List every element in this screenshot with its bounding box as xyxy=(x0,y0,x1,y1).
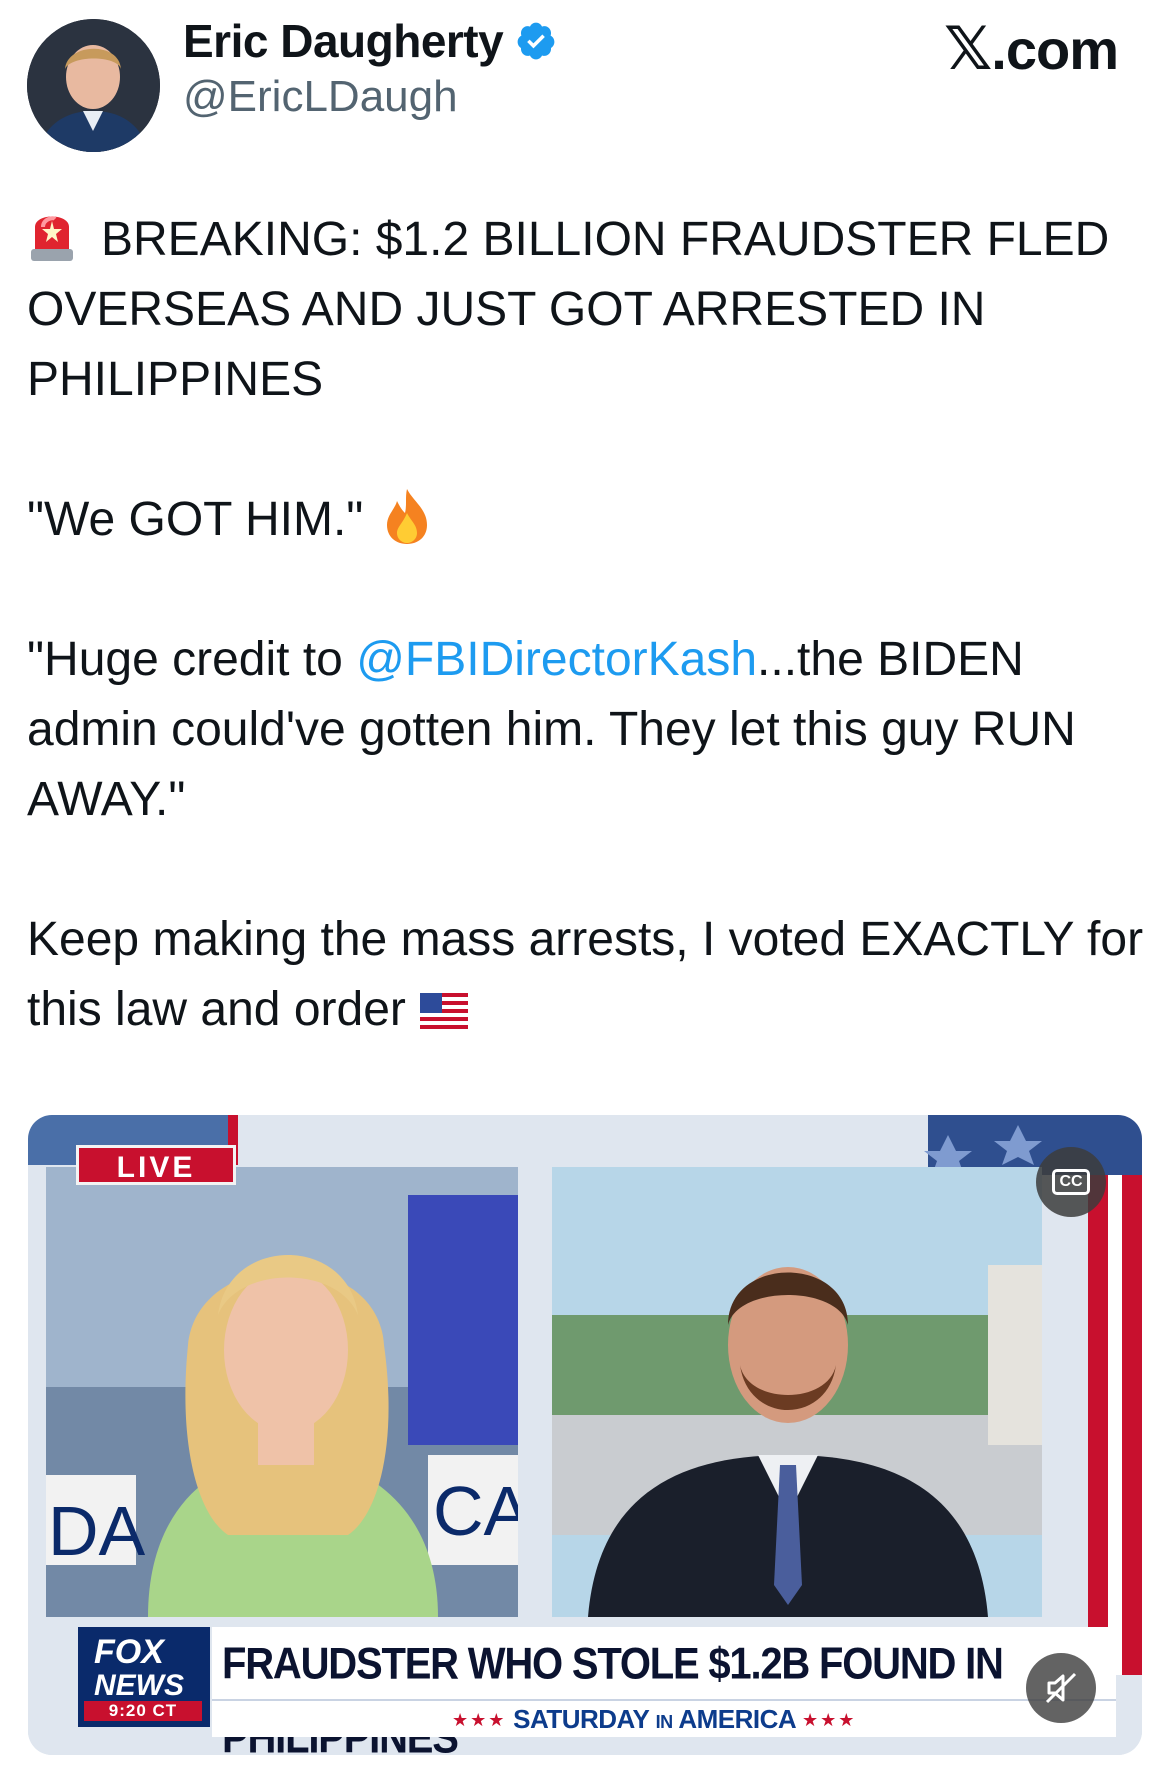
network-logo: FOX NEWS 9:20 CT xyxy=(78,1627,210,1727)
us-flag-icon xyxy=(419,993,468,1029)
show-stars-right: ★★★ xyxy=(801,1710,857,1730)
avatar-photo xyxy=(27,19,160,152)
news-headline: FRAUDSTER WHO STOLE $1.2B FOUND IN PHILI… xyxy=(212,1627,1116,1755)
show-name-part-a: SATURDAY xyxy=(513,1704,649,1734)
captions-button[interactable]: CC xyxy=(1036,1147,1106,1217)
show-name-in: IN xyxy=(655,1712,674,1732)
tweet-line-credit-start: "Huge credit to xyxy=(27,633,357,686)
muted-speaker-icon xyxy=(1045,1672,1077,1704)
tweet-line-closing: Keep making the mass arrests, I voted EX… xyxy=(27,913,1144,1036)
rotating-light-icon xyxy=(31,216,73,261)
backdrop-text-right: CA xyxy=(433,1472,531,1550)
tweet-paragraph-breaking: BREAKING: $1.2 BILLION FRAUDSTER FLED OV… xyxy=(27,205,1147,415)
site-domain: .com xyxy=(991,18,1119,81)
tweet-paragraph-credit: "Huge credit to @FBIDirectorKash...the B… xyxy=(27,625,1147,835)
mute-button[interactable] xyxy=(1026,1653,1096,1723)
tweet-line-breaking: BREAKING: $1.2 BILLION FRAUDSTER FLED OV… xyxy=(27,213,1110,406)
site-label: 𝕏.com xyxy=(943,14,1119,84)
tweet-paragraph-quote: "We GOT HIM." xyxy=(27,485,1147,555)
tweet-body: BREAKING: $1.2 BILLION FRAUDSTER FLED OV… xyxy=(27,205,1147,1045)
author-handle[interactable]: @EricLDaugh xyxy=(183,72,458,122)
x-logo-icon: 𝕏 xyxy=(943,15,992,82)
author-name[interactable]: Eric Daugherty xyxy=(183,14,504,68)
network-logo-bottom: NEWS xyxy=(94,1669,184,1702)
show-name: ★★★ SATURDAY IN AMERICA ★★★ xyxy=(452,1701,856,1737)
verified-badge-icon xyxy=(517,22,555,60)
live-badge: LIVE xyxy=(76,1145,236,1185)
tweet-header: Eric Daugherty @EricLDaugh 𝕏.com xyxy=(0,0,1170,152)
tweet-line-quote: "We GOT HIM." xyxy=(27,493,364,546)
tweet-paragraph-closing: Keep making the mass arrests, I voted EX… xyxy=(27,905,1147,1045)
show-stars-left: ★★★ xyxy=(452,1710,507,1730)
show-name-bar: ★★★ SATURDAY IN AMERICA ★★★ xyxy=(212,1699,1116,1737)
cc-icon: CC xyxy=(1052,1169,1090,1195)
backdrop-text-left: DA xyxy=(48,1492,146,1570)
video-player[interactable]: DA CA LIVE CC FOX NEWS 9:20 CT FRAUDSTER… xyxy=(28,1115,1142,1755)
mention-link[interactable]: @FBIDirectorKash xyxy=(356,633,757,686)
show-name-part-b: AMERICA xyxy=(678,1704,796,1734)
network-logo-top: FOX xyxy=(94,1633,164,1671)
fire-icon xyxy=(387,489,428,544)
broadcast-time: 9:20 CT xyxy=(84,1701,202,1721)
avatar[interactable] xyxy=(27,19,160,152)
